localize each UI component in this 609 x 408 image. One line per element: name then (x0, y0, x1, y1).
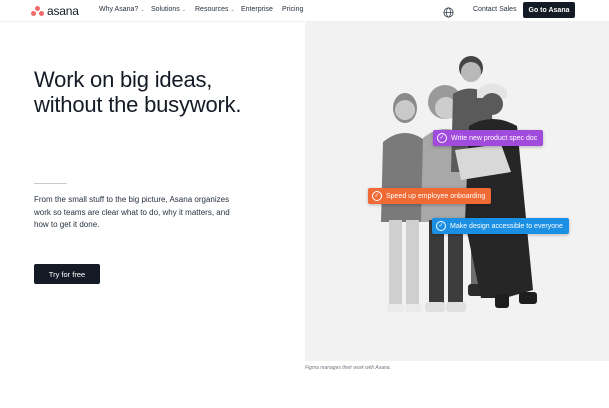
top-nav: asana Why Asana? ⌄ Solutions ⌄ Resources… (0, 0, 609, 22)
nav-item-why-asana[interactable]: Why Asana? ⌄ (99, 6, 145, 13)
nav-item-label: Enterprise (241, 6, 273, 13)
nav-item-label: Why Asana? (99, 6, 139, 13)
globe-icon[interactable] (443, 5, 454, 18)
asana-logo[interactable]: asana (31, 5, 79, 17)
nav-item-label: Pricing (282, 6, 304, 13)
check-circle-icon: ✓ (372, 191, 382, 201)
nav-item-pricing[interactable]: Pricing (282, 6, 303, 13)
check-circle-icon: ✓ (436, 221, 446, 231)
task-label: Write new product spec doc (451, 134, 538, 142)
chevron-down-icon: ⌄ (140, 6, 145, 13)
divider (34, 183, 67, 184)
chevron-down-icon: ⌄ (181, 6, 186, 13)
nav-item-enterprise[interactable]: Enterprise (241, 6, 273, 13)
brand-name: asana (47, 4, 79, 18)
hero-headline: Work on big ideas, without the busywork. (34, 67, 294, 117)
task-chip-onboarding: ✓ Speed up employee onboarding (368, 188, 492, 204)
asana-logo-icon (31, 6, 44, 16)
check-circle-icon: ✓ (437, 133, 447, 143)
contact-sales-link[interactable]: Contact Sales (473, 6, 517, 13)
headline-line-1: Work on big ideas, (34, 67, 213, 92)
task-chip-product-spec: ✓ Write new product spec doc (433, 130, 544, 146)
try-for-free-button[interactable]: Try for free (34, 264, 100, 284)
task-chip-accessible-design: ✓ Make design accessible to everyone (432, 218, 569, 234)
nav-item-resources[interactable]: Resources ⌄ (195, 6, 235, 13)
go-to-asana-button[interactable]: Go to Asana (523, 2, 575, 18)
chevron-down-icon: ⌄ (230, 6, 235, 13)
photo-caption: Figma manages their work with Asana. (305, 365, 391, 371)
nav-item-solutions[interactable]: Solutions ⌄ (151, 6, 186, 13)
task-label: Make design accessible to everyone (450, 222, 563, 230)
nav-item-label: Solutions (151, 6, 180, 13)
nav-item-label: Resources (195, 6, 229, 13)
task-label: Speed up employee onboarding (386, 192, 486, 200)
hero-description: From the small stuff to the big picture,… (34, 195, 230, 229)
headline-line-2: without the busywork. (34, 92, 242, 117)
